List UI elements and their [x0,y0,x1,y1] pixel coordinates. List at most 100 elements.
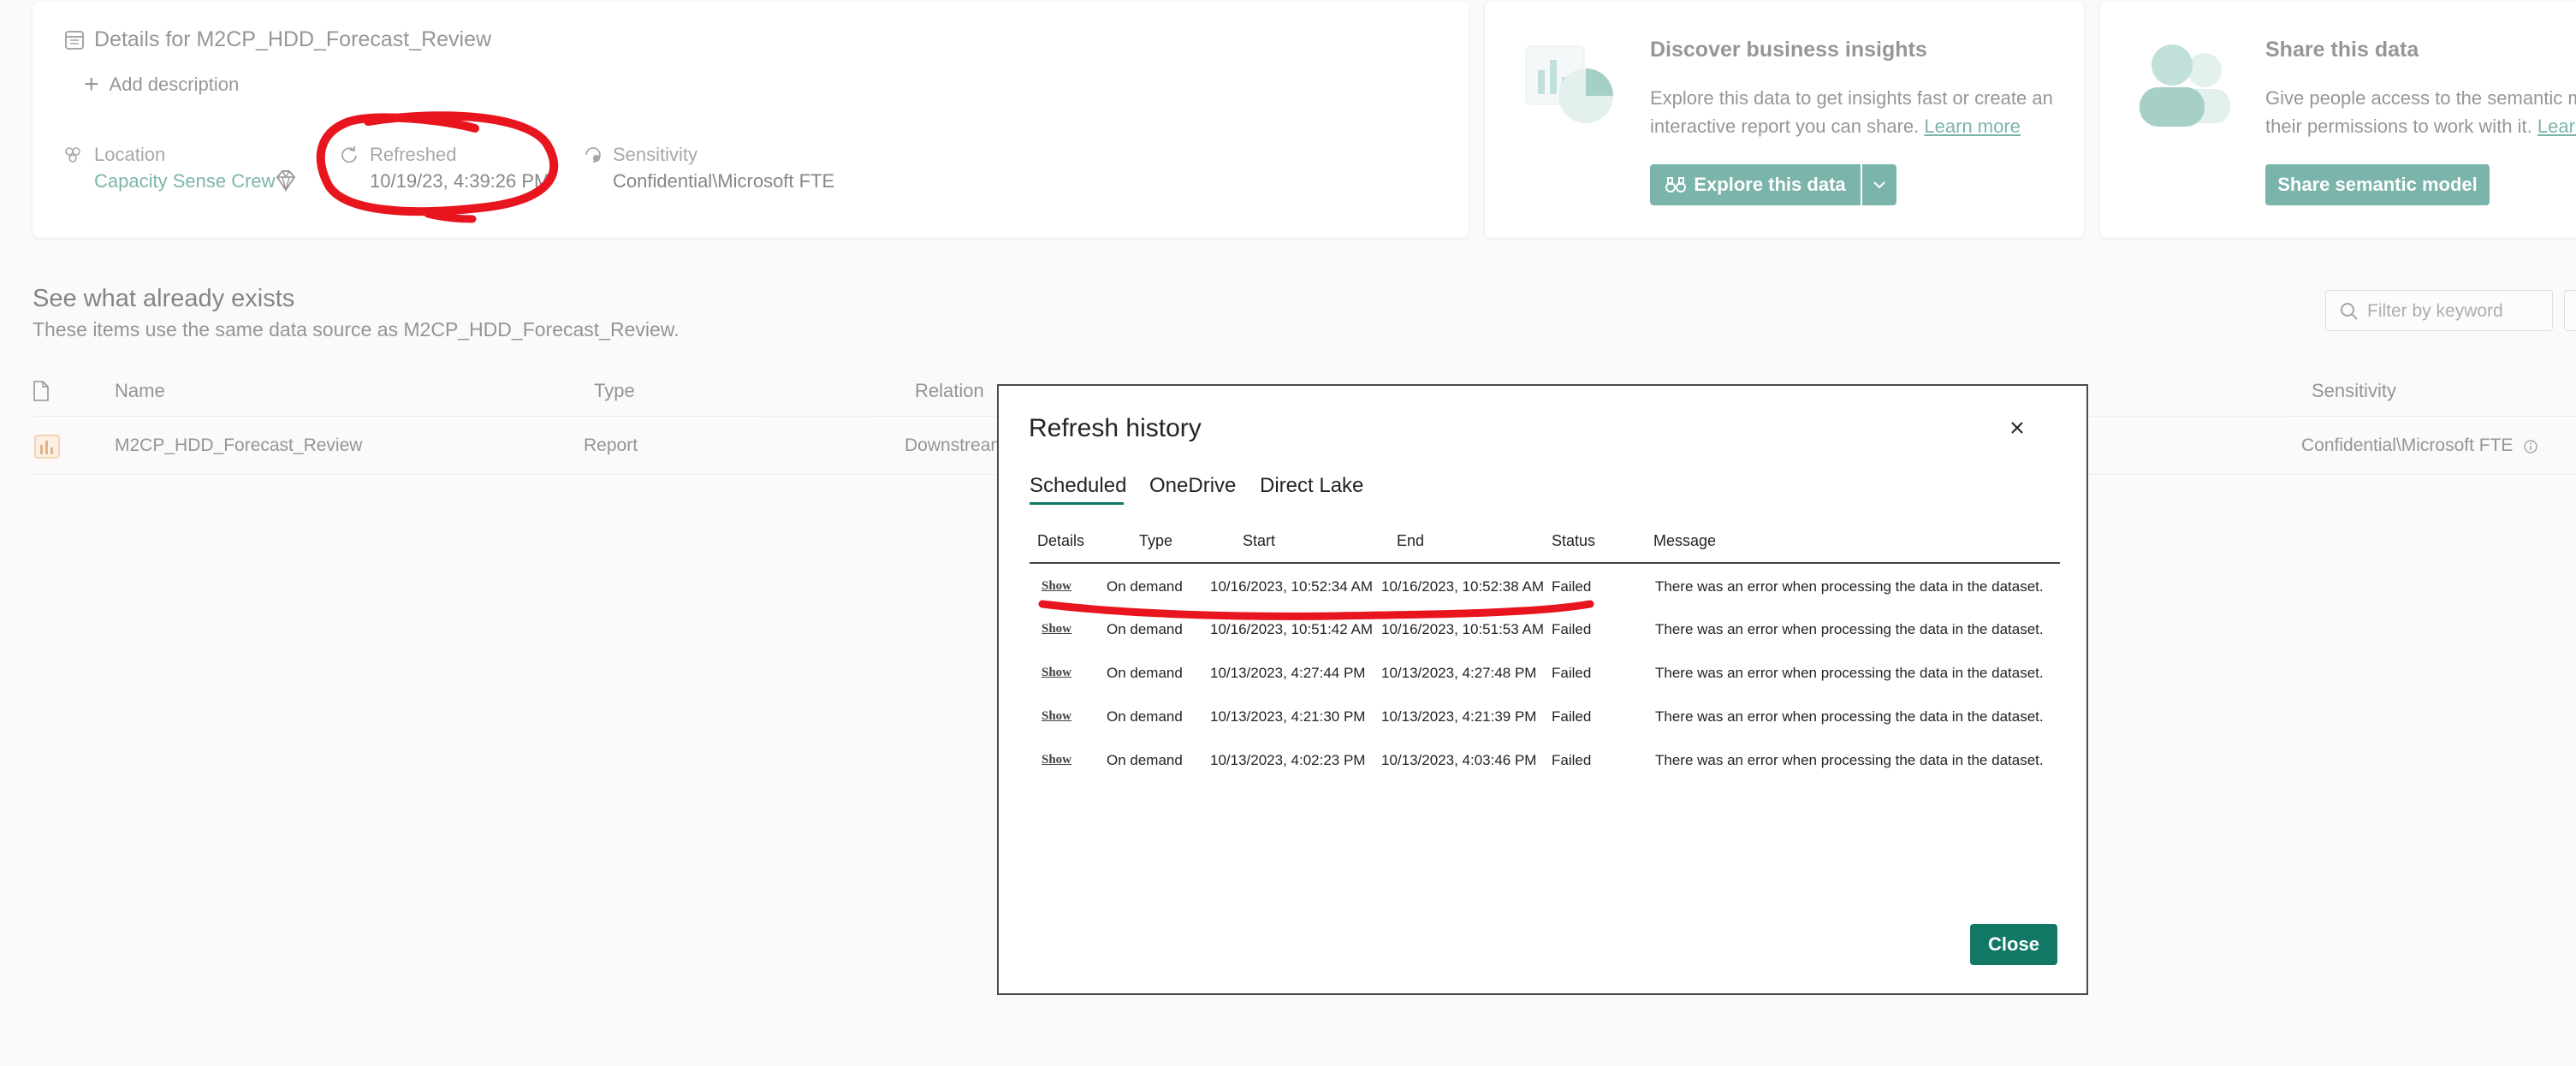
share-learn-more-link[interactable]: Learn [2537,115,2576,137]
history-row: Show On demand 10/16/2023, 10:51:42 AM 1… [1030,609,2060,652]
share-semantic-model-button[interactable]: Share semantic model [2265,164,2490,205]
file-type-icon [33,381,49,401]
dialog-title: Refresh history [1029,414,1202,442]
row-start: 10/13/2023, 4:02:23 PM [1210,752,1366,768]
filter-extra-button[interactable] [2564,290,2576,331]
row-status: Failed [1552,578,1592,595]
row-type: On demand [1107,752,1183,768]
sensitivity-icon [585,147,601,163]
tab-scheduled[interactable]: Scheduled [1030,474,1126,498]
insights-body-text: interactive report you can share. [1650,115,1920,137]
insights-card: Discover business insights Explore this … [1485,2,2084,238]
location-link[interactable]: Capacity Sense Crew [94,170,276,192]
tab-scheduled-label: Scheduled [1030,474,1127,497]
insights-body-line1: Explore this data to get insights fast o… [1650,87,2053,109]
details-card: Details for M2CP_HDD_Forecast_Review + A… [33,2,1469,238]
col-start: Start [1243,532,1276,549]
share-body-line2: their permissions to work with it. Learn [2265,115,2576,138]
row-start: 10/16/2023, 10:51:42 AM [1210,621,1373,637]
row-message: There was an error when processing the d… [1655,578,2044,595]
row-name: M2CP_HDD_Forecast_Review [115,435,363,455]
dataset-icon [65,31,84,50]
details-title: Details for M2CP_HDD_Forecast_Review [94,27,492,51]
info-icon[interactable] [2523,439,2538,454]
plus-icon: + [84,70,99,98]
row-end: 10/13/2023, 4:21:39 PM [1381,708,1537,725]
explore-data-label: Explore this data [1694,174,1846,195]
row-relation: Downstream [905,435,1006,455]
row-status: Failed [1552,621,1592,637]
filter-keyword-input[interactable]: Filter by keyword [2325,290,2553,331]
insights-title: Discover business insights [1650,38,1927,62]
show-details-link[interactable]: Show [1042,666,1071,680]
tab-active-indicator [1030,502,1124,505]
row-type: On demand [1107,621,1183,637]
location-icon [65,147,80,163]
show-details-link[interactable]: Show [1042,622,1071,637]
row-message: There was an error when processing the d… [1655,621,2044,637]
share-body-text: their permissions to work with it. [2265,115,2532,137]
exists-heading: See what already exists [33,285,295,312]
column-type: Type [594,380,635,401]
sensitivity-value: Confidential\Microsoft FTE [613,170,835,192]
row-end: 10/13/2023, 4:03:46 PM [1381,752,1537,768]
row-start: 10/13/2023, 4:27:44 PM [1210,665,1366,681]
history-row: Show On demand 10/13/2023, 4:27:44 PM 10… [1030,653,2060,696]
share-title: Share this data [2265,38,2419,62]
explore-data-button[interactable]: Explore this data [1650,164,1861,205]
row-start: 10/13/2023, 4:21:30 PM [1210,708,1366,725]
row-end: 10/16/2023, 10:51:53 AM [1381,621,1544,637]
show-details-link[interactable]: Show [1042,709,1071,724]
report-icon [34,435,60,459]
column-sensitivity: Sensitivity [2312,380,2397,401]
share-card: Share this data Give people access to th… [2100,2,2576,238]
show-details-link[interactable]: Show [1042,753,1071,767]
add-description-button[interactable]: + Add description [84,70,240,98]
row-type: On demand [1107,665,1183,681]
details-card-content: Details for M2CP_HDD_Forecast_Review + A… [33,2,1469,238]
row-start: 10/16/2023, 10:52:34 AM [1210,578,1373,595]
row-type: On demand [1107,708,1183,725]
premium-diamond-icon [276,170,296,192]
share-card-content: Share this data Give people access to th… [2100,2,2576,238]
filter-placeholder: Filter by keyword [2367,301,2503,321]
close-icon[interactable] [2009,420,2025,435]
row-type: On demand [1107,578,1183,595]
row-type: Report [584,435,638,455]
insights-body-line2: interactive report you can share. Learn … [1650,115,2021,138]
binoculars-icon [1665,177,1687,192]
people-illustration-icon [2140,44,2230,127]
history-row: Show On demand 10/16/2023, 10:52:34 AM 1… [1030,566,2060,609]
location-label: Location [94,144,166,165]
row-sensitivity: Confidential\Microsoft FTE [2301,435,2514,455]
col-details: Details [1037,532,1085,549]
row-message: There was an error when processing the d… [1655,752,2044,768]
row-end: 10/13/2023, 4:27:48 PM [1381,665,1537,681]
row-status: Failed [1552,752,1592,768]
history-row: Show On demand 10/13/2023, 4:21:30 PM 10… [1030,696,2060,739]
search-icon [2341,303,2358,320]
column-name: Name [115,380,165,401]
refresh-history-dialog: Refresh history Scheduled OneDrive Direc… [997,384,2088,995]
row-status: Failed [1552,708,1592,725]
chevron-down-icon [1873,181,1885,189]
refreshed-value: 10/19/23, 4:39:26 PM [370,170,550,192]
insights-learn-more-link[interactable]: Learn more [1924,115,2021,137]
row-message: There was an error when processing the d… [1655,665,2044,681]
col-message: Message [1653,532,1717,549]
history-row: Show On demand 10/13/2023, 4:02:23 PM 10… [1030,740,2060,783]
close-button[interactable]: Close [1970,924,2057,965]
share-body-line1: Give people access to the semantic mod [2265,87,2576,109]
sensitivity-label: Sensitivity [613,144,698,165]
col-status: Status [1552,532,1596,549]
insights-card-content: Discover business insights Explore this … [1485,2,2084,238]
tab-direct-lake[interactable]: Direct Lake [1260,474,1363,498]
show-details-link[interactable]: Show [1042,579,1071,594]
header-divider [1030,562,2060,564]
explore-dropdown-button[interactable] [1862,164,1896,205]
refresh-icon [341,146,357,163]
tab-onedrive[interactable]: OneDrive [1149,474,1236,498]
add-description-label: Add description [109,74,240,95]
insights-illustration-icon [1525,45,1613,123]
exists-subheading: These items use the same data source as … [33,318,680,341]
